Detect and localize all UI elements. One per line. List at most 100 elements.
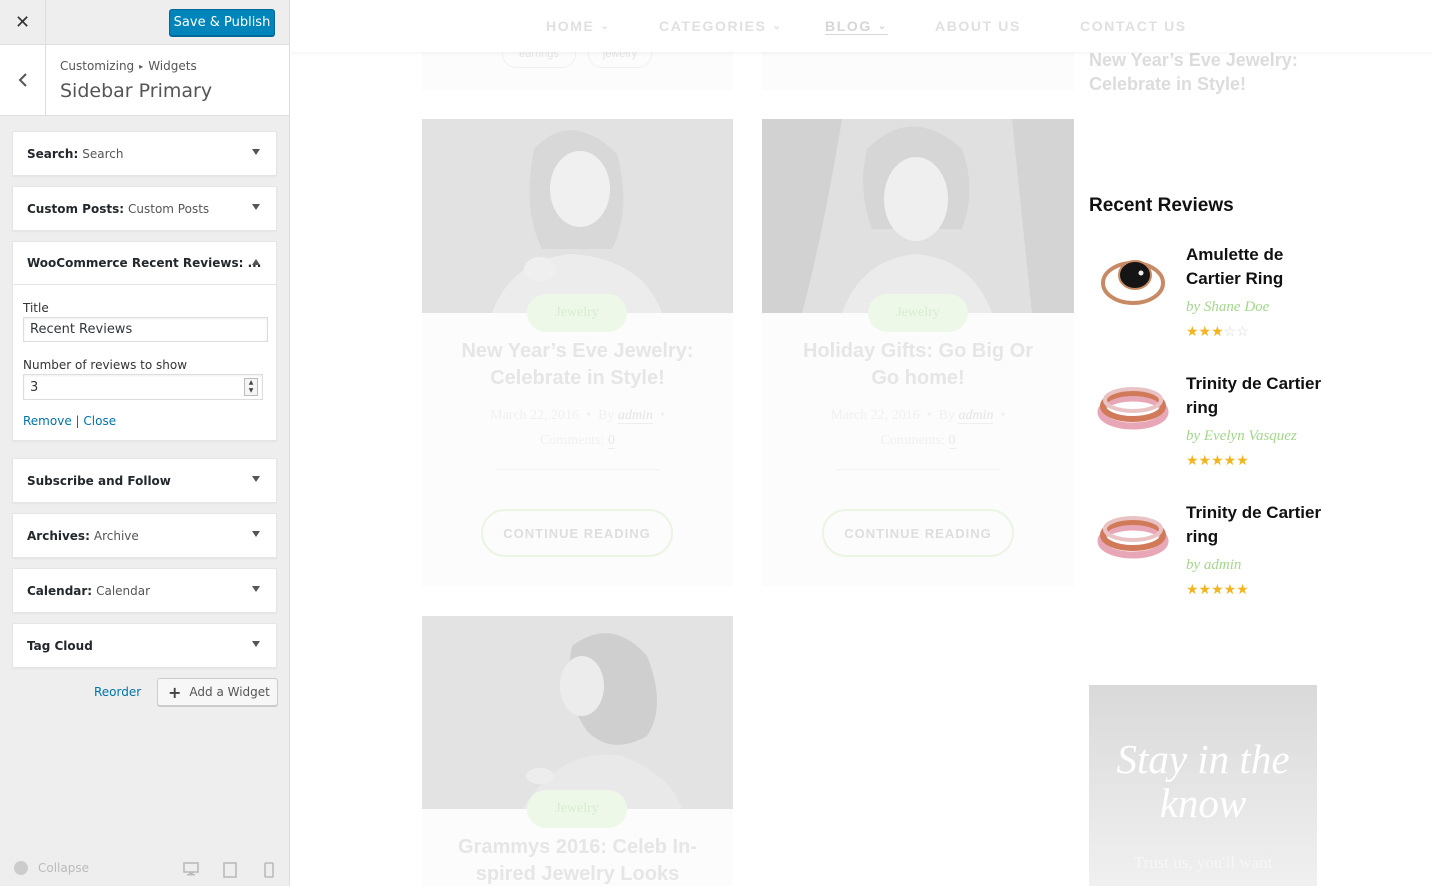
product-thumbnail[interactable] bbox=[1097, 249, 1169, 309]
breadcrumb-customizing: Customizing bbox=[60, 59, 135, 73]
widget-header[interactable]: Custom Posts: Custom Posts bbox=[13, 187, 276, 230]
widget-header[interactable]: Archives: Archive bbox=[13, 514, 276, 557]
widget-header[interactable]: Calendar: Calendar bbox=[13, 569, 276, 612]
collapse-arrow-icon[interactable] bbox=[252, 259, 260, 265]
customizer-topbar: ✕ Save & Publish bbox=[0, 0, 289, 45]
post-title-line: Celebrate in Style! bbox=[490, 367, 665, 389]
widget-header[interactable]: Search: Search bbox=[13, 132, 276, 175]
comments-count[interactable]: 0 bbox=[608, 433, 616, 449]
widget-title: Calendar bbox=[96, 583, 151, 598]
widget-name: Subscribe and Follow bbox=[27, 473, 171, 488]
post-card: Jewelry Grammys 2016: Celeb In- spired J… bbox=[422, 616, 733, 886]
category-badge[interactable]: Jewelry bbox=[868, 294, 968, 332]
star-icon: ★★★ bbox=[1186, 323, 1224, 339]
star-icon: ★★★★★ bbox=[1186, 452, 1249, 468]
star-rating: ★★★★★ bbox=[1186, 452, 1249, 469]
product-thumbnail[interactable] bbox=[1097, 507, 1169, 567]
star-icon: ★★★★★ bbox=[1186, 581, 1249, 597]
save-publish-button[interactable]: Save & Publish bbox=[169, 9, 275, 36]
widget-custom-posts[interactable]: Custom Posts: Custom Posts bbox=[12, 186, 277, 231]
review-product-name[interactable]: Amulette de Cartier Ring bbox=[1186, 243, 1326, 291]
post-title-line: spired Jewelry Looks bbox=[475, 863, 680, 885]
post-by: By bbox=[598, 408, 615, 423]
collapse-icon bbox=[14, 861, 28, 875]
post-meta: March 22, 2016 • By admin • Comments: 0 bbox=[490, 408, 665, 449]
back-button[interactable] bbox=[0, 45, 46, 115]
continue-reading-button[interactable]: CONTINUE READING bbox=[822, 509, 1014, 557]
category-badge[interactable]: Jewelry bbox=[527, 294, 627, 332]
post-title-line: Grammys 2016: Celeb In- bbox=[458, 836, 697, 858]
chevron-down-icon: ⌄ bbox=[600, 21, 611, 32]
post-author[interactable]: admin bbox=[958, 408, 994, 424]
expand-arrow-icon[interactable] bbox=[252, 531, 260, 537]
nav-blog[interactable]: BLOG ⌄ bbox=[825, 18, 888, 35]
widget-name: WooCommerce Recent Reviews: ... bbox=[27, 256, 262, 270]
widget-calendar[interactable]: Calendar: Calendar bbox=[12, 568, 277, 613]
post-title[interactable]: New Year’s Eve Jewelry: Celebrate in Sty… bbox=[422, 338, 733, 392]
post-image[interactable] bbox=[422, 616, 733, 809]
continue-reading-button[interactable]: CONTINUE READING bbox=[481, 509, 673, 557]
main-navigation: HOME ⌄ CATEGORIES ⌄ BLOG ⌄ ABOUT US CONTACT… bbox=[290, 0, 1433, 52]
sidebar-previous-post-title[interactable]: New Year’s Eve Jewelry: Celebrate in Sty… bbox=[1089, 48, 1319, 96]
post-image[interactable] bbox=[762, 119, 1074, 313]
product-thumbnail[interactable] bbox=[1097, 378, 1169, 438]
comments-label: Comments: bbox=[880, 433, 946, 448]
review-item: Trinity de Cartier ring by admin ★★★★★ bbox=[1089, 501, 1329, 606]
post-title[interactable]: Holiday Gifts: Go Big Or Go home! bbox=[762, 338, 1074, 392]
widget-woocommerce-recent-reviews[interactable]: WooCommerce Recent Reviews: ... Title Re… bbox=[12, 241, 277, 441]
post-author[interactable]: admin bbox=[617, 408, 653, 424]
desktop-preview-icon[interactable] bbox=[183, 862, 199, 876]
plus-icon: + bbox=[168, 682, 182, 702]
review-product-name[interactable]: Trinity de Cartier ring bbox=[1186, 501, 1326, 549]
post-title[interactable]: Grammys 2016: Celeb In- spired Jewelry L… bbox=[422, 834, 733, 886]
nav-categories-label: CATEGORIES bbox=[659, 18, 767, 34]
title-input[interactable]: Recent Reviews bbox=[23, 317, 268, 342]
widget-archives[interactable]: Archives: Archive bbox=[12, 513, 277, 558]
close-customizer-button[interactable]: ✕ bbox=[0, 0, 46, 45]
nav-about-us[interactable]: ABOUT US bbox=[935, 18, 1021, 34]
widget-name: Tag Cloud bbox=[27, 638, 93, 653]
widget-header[interactable]: Subscribe and Follow bbox=[13, 459, 276, 502]
add-widget-button[interactable]: + Add a Widget bbox=[157, 678, 278, 706]
widget-tag-cloud[interactable]: Tag Cloud bbox=[12, 623, 277, 668]
expand-arrow-icon[interactable] bbox=[252, 641, 260, 647]
nav-contact-us[interactable]: CONTACT US bbox=[1080, 18, 1187, 34]
reorder-link[interactable]: Reorder bbox=[94, 685, 141, 699]
remove-link[interactable]: Remove bbox=[23, 414, 72, 428]
post-date: March 22, 2016 bbox=[490, 408, 580, 423]
expand-arrow-icon[interactable] bbox=[252, 204, 260, 210]
nav-categories[interactable]: CATEGORIES ⌄ bbox=[659, 18, 783, 34]
review-author: by admin bbox=[1186, 557, 1242, 573]
reviews-count-label: Number of reviews to show bbox=[23, 358, 188, 372]
number-spinner-icon[interactable]: ▲ ▼ bbox=[244, 378, 258, 396]
close-icon: ✕ bbox=[14, 12, 31, 33]
widget-subscribe-follow[interactable]: Subscribe and Follow bbox=[12, 458, 277, 503]
category-badge[interactable]: Jewelry bbox=[527, 790, 627, 828]
nav-home[interactable]: HOME ⌄ bbox=[546, 18, 610, 34]
expand-arrow-icon[interactable] bbox=[252, 476, 260, 482]
reviews-count-value: 3 bbox=[30, 379, 39, 395]
comments-count[interactable]: 0 bbox=[948, 433, 956, 449]
review-product-name[interactable]: Trinity de Cartier ring bbox=[1186, 372, 1326, 420]
mobile-preview-icon[interactable] bbox=[264, 862, 274, 878]
widget-title: Archive bbox=[93, 528, 139, 543]
newsletter-title: Stay in the know bbox=[1116, 736, 1290, 826]
expand-arrow-icon[interactable] bbox=[252, 586, 260, 592]
post-image[interactable] bbox=[422, 119, 733, 313]
reviews-count-input[interactable]: 3 ▲ ▼ bbox=[23, 374, 263, 400]
widget-header[interactable]: Tag Cloud bbox=[13, 624, 276, 667]
widget-search[interactable]: Search: Search bbox=[12, 131, 277, 176]
close-link[interactable]: Close bbox=[83, 414, 116, 428]
expand-arrow-icon[interactable] bbox=[252, 149, 260, 155]
post-title-line: New Year’s Eve Jewelry: bbox=[461, 340, 694, 362]
collapse-button[interactable]: Collapse bbox=[14, 861, 89, 875]
widget-header[interactable]: WooCommerce Recent Reviews: ... bbox=[13, 242, 276, 285]
add-widget-label: Add a Widget bbox=[189, 685, 270, 699]
review-author: by Evelyn Vasquez bbox=[1186, 428, 1297, 444]
post-card: Jewelry New Year’s Eve Jewelry: Celebrat… bbox=[422, 119, 733, 586]
post-by: By bbox=[938, 408, 955, 423]
tablet-preview-icon[interactable] bbox=[223, 862, 237, 878]
newsletter-box: Stay in the know Trust us, you'll want bbox=[1089, 685, 1317, 886]
widget-name: Calendar: bbox=[27, 583, 93, 598]
review-item: Amulette de Cartier Ring by Shane Doe ★★… bbox=[1089, 243, 1329, 348]
